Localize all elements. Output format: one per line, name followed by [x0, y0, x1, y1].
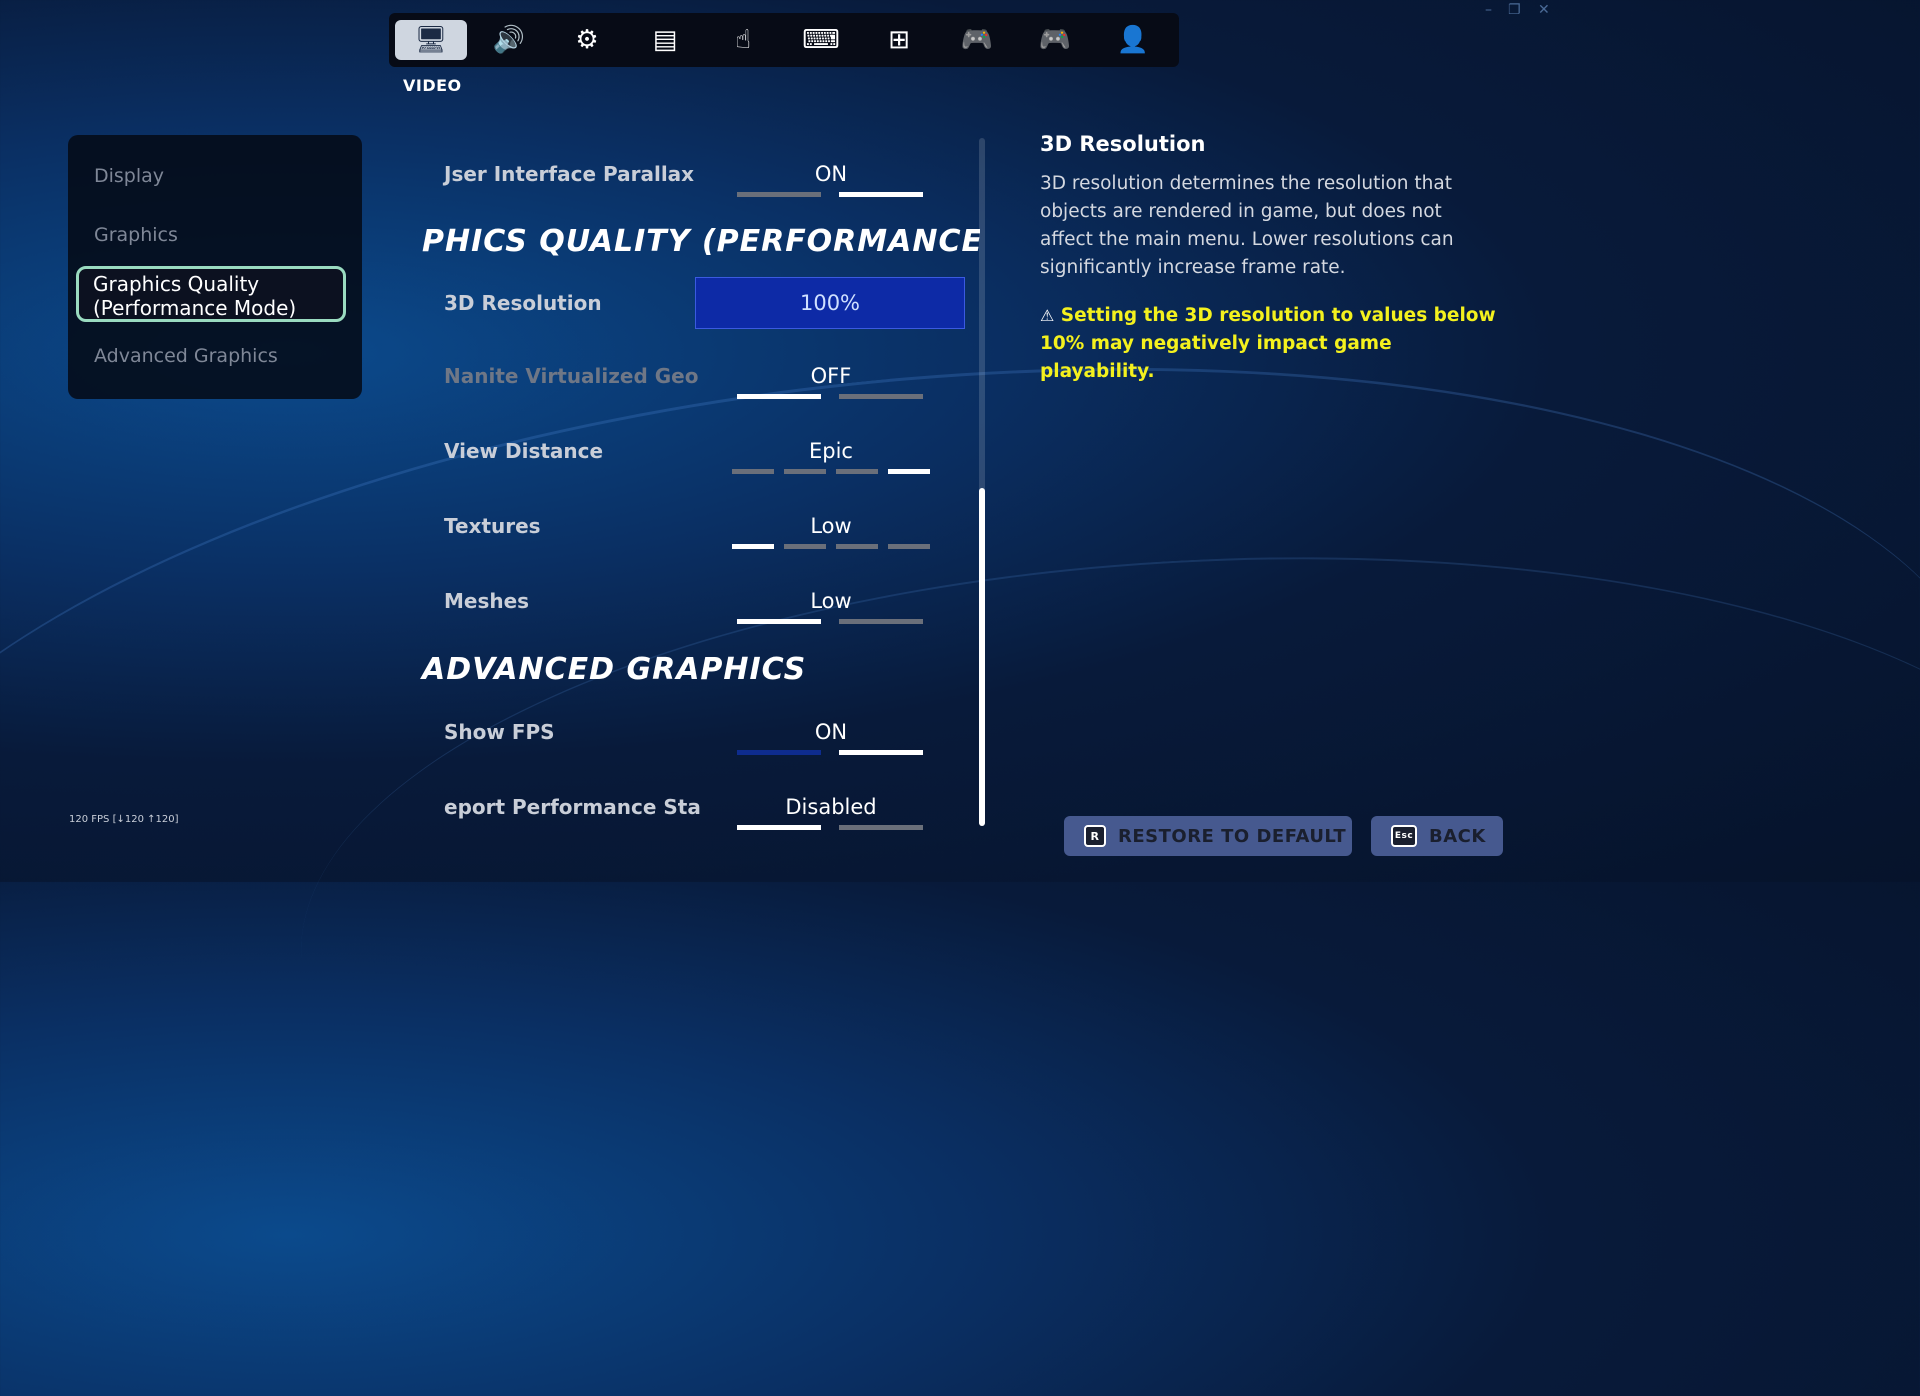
description-title: 3D Resolution: [1040, 132, 1206, 156]
close-button[interactable]: ✕: [1538, 2, 1550, 18]
description-panel: 3D Resolution 3D resolution determines t…: [1040, 132, 1500, 386]
show-fps-value[interactable]: ON: [716, 720, 946, 744]
report-perf-value[interactable]: Disabled: [716, 795, 946, 819]
warning-message: ⚠ Setting the 3D resolution to values be…: [1040, 302, 1500, 386]
toggle-segment: [737, 750, 821, 755]
tab-audio[interactable]: 🔊: [473, 20, 545, 60]
report-perf-toggle[interactable]: [737, 825, 923, 830]
tab-account[interactable]: 👤: [1097, 20, 1169, 60]
controller-settings-icon: 🎮: [960, 25, 994, 55]
toggle-segment: [737, 192, 821, 197]
section-title: VIDEO: [403, 76, 462, 95]
key-r-icon: R: [1084, 825, 1106, 847]
level-segment: [836, 469, 878, 474]
setting-label: eport Performance Sta: [444, 795, 701, 819]
level-segment: [784, 469, 826, 474]
toggle-segment: [839, 825, 923, 830]
setting-label: Nanite Virtualized Geo: [444, 364, 699, 388]
tab-game[interactable]: ⚙: [551, 20, 623, 60]
user-icon: 👤: [1116, 25, 1150, 55]
level-segment: [836, 544, 878, 549]
tab-keyboard[interactable]: ⌨: [785, 20, 857, 60]
meshes-value[interactable]: Low: [716, 589, 946, 613]
setting-label: Textures: [444, 514, 541, 538]
setting-label: Jser Interface Parallax: [444, 162, 695, 186]
section-heading: PHICS QUALITY (PERFORMANCE MO: [422, 224, 980, 259]
toggle-segment: [839, 750, 923, 755]
resolution-slider[interactable]: 100%: [695, 277, 965, 329]
ui-parallax-toggle[interactable]: [737, 192, 923, 197]
textures-selector[interactable]: [732, 544, 930, 549]
nanite-toggle[interactable]: [737, 394, 923, 399]
speaker-icon: 🔊: [492, 25, 526, 55]
hud-layout-icon: ⊞: [888, 25, 910, 55]
settings-list: Jser Interface Parallax ON PHICS QUALITY…: [420, 132, 980, 832]
view-distance-value[interactable]: Epic: [716, 439, 946, 463]
gear-icon: ⚙: [575, 25, 599, 55]
keyboard-mouse-icon: ⌨: [802, 25, 840, 55]
toggle-segment: [839, 192, 923, 197]
level-segment: [784, 544, 826, 549]
back-label: BACK: [1429, 825, 1486, 847]
fps-counter: 120 FPS [↓120 ↑120]: [69, 814, 179, 825]
level-segment: [737, 619, 821, 624]
ui-parallax-value[interactable]: ON: [716, 162, 946, 186]
tab-touch[interactable]: ☝: [707, 20, 779, 60]
tab-accessibility[interactable]: ▤: [629, 20, 701, 60]
show-fps-toggle[interactable]: [737, 750, 923, 755]
level-segment: [732, 469, 774, 474]
nav-item-display[interactable]: Display: [94, 165, 164, 187]
key-esc-icon: Esc: [1391, 825, 1417, 847]
level-segment: [839, 619, 923, 624]
setting-label: 3D Resolution: [444, 291, 602, 315]
back-button[interactable]: Esc BACK: [1371, 816, 1503, 856]
restore-button[interactable]: ❐: [1508, 2, 1521, 18]
category-nav: Display Graphics Graphics Quality (Perfo…: [68, 135, 362, 399]
monitor-icon: 🖥: [414, 25, 448, 55]
touch-icon: ☝: [735, 25, 751, 55]
level-segment: [732, 544, 774, 549]
description-body: 3D resolution determines the resolution …: [1040, 173, 1454, 278]
setting-label: View Distance: [444, 439, 604, 463]
warning-icon: ⚠: [1040, 306, 1055, 325]
setting-label: Show FPS: [444, 720, 555, 744]
tab-video[interactable]: 🖥: [395, 20, 467, 60]
toggle-segment: [737, 825, 821, 830]
toggle-segment: [737, 394, 821, 399]
gamepad-icon: 🎮: [1038, 25, 1072, 55]
scrollbar-thumb[interactable]: [979, 488, 985, 826]
restore-default-button[interactable]: R RESTORE TO DEFAULT: [1064, 816, 1352, 856]
nav-item-graphics[interactable]: Graphics: [94, 224, 178, 246]
minimize-button[interactable]: –: [1485, 2, 1492, 18]
nanite-value[interactable]: OFF: [716, 364, 946, 388]
view-distance-selector[interactable]: [732, 469, 930, 474]
settings-tab-bar: 🖥 🔊 ⚙ ▤ ☝ ⌨ ⊞ 🎮 🎮 👤: [389, 13, 1179, 67]
tab-controller[interactable]: 🎮: [941, 20, 1013, 60]
nav-item-advanced-graphics[interactable]: Advanced Graphics: [94, 345, 278, 367]
warning-text: Setting the 3D resolution to values belo…: [1040, 305, 1496, 382]
textures-value[interactable]: Low: [716, 514, 946, 538]
tab-game-ui[interactable]: ⊞: [863, 20, 935, 60]
tab-controller-alt[interactable]: 🎮: [1019, 20, 1091, 60]
level-segment: [888, 544, 930, 549]
toggle-segment: [839, 394, 923, 399]
meshes-selector[interactable]: [737, 619, 923, 624]
display-settings-icon: ▤: [652, 25, 678, 55]
setting-label: Meshes: [444, 589, 530, 613]
section-heading: ADVANCED GRAPHICS: [422, 652, 807, 687]
nav-item-graphics-quality[interactable]: Graphics Quality (Performance Mode): [76, 266, 346, 322]
level-segment: [888, 469, 930, 474]
restore-default-label: RESTORE TO DEFAULT: [1118, 825, 1347, 847]
